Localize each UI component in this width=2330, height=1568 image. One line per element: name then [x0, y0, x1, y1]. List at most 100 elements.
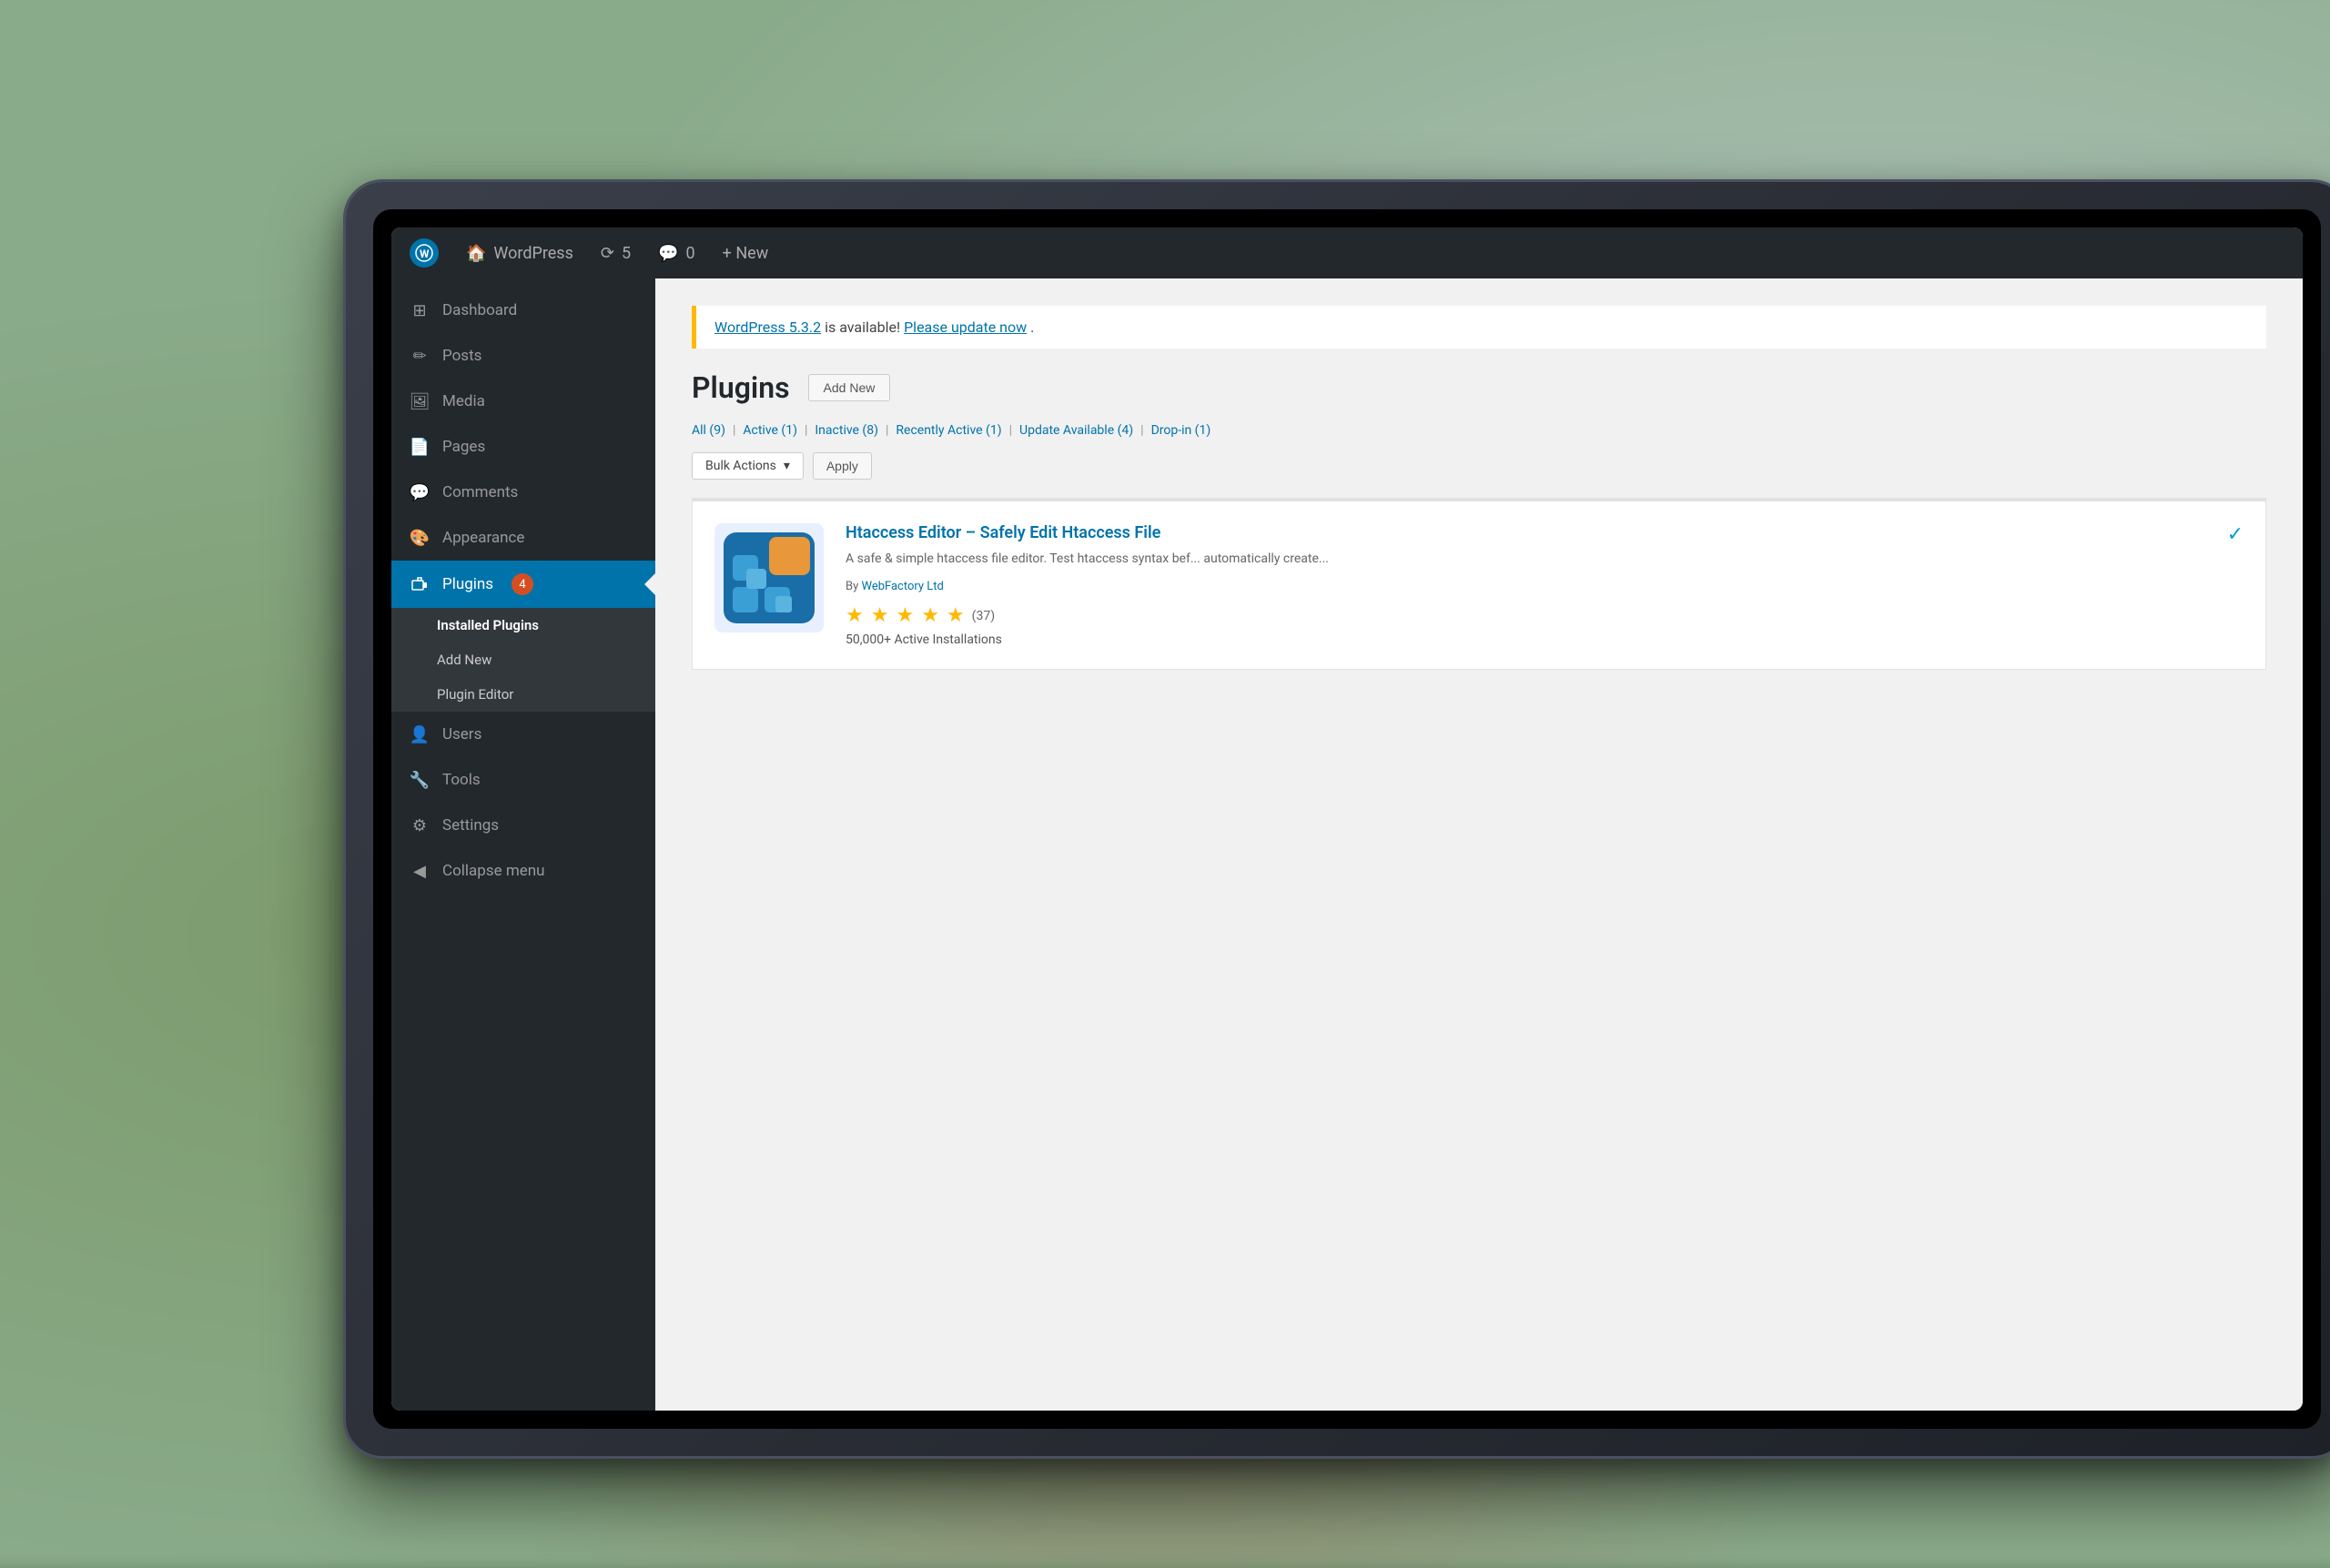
sidebar-item-pages[interactable]: 📄 Pages: [391, 424, 655, 470]
active-checkmark: ✓: [2227, 523, 2244, 647]
submenu-label-editor: Plugin Editor: [437, 686, 513, 703]
sidebar-item-posts[interactable]: ✏ Posts: [391, 333, 655, 379]
collapse-icon: ◀: [410, 861, 430, 881]
filter-recently-active[interactable]: Recently Active (1): [896, 423, 1001, 438]
apply-button[interactable]: Apply: [813, 452, 872, 480]
sidebar-label-comments: Comments: [442, 483, 518, 501]
plugins-arrow: [644, 573, 655, 595]
media-icon: 🖼: [410, 391, 430, 411]
plugins-submenu: Installed Plugins Add New Plugin Editor: [391, 608, 655, 712]
wp-main-content: WordPress 5.3.2 is available! Please upd…: [655, 278, 2303, 1411]
sidebar-label-posts: Posts: [442, 347, 481, 365]
sidebar-item-appearance[interactable]: 🎨 Appearance: [391, 515, 655, 561]
sidebar-item-media[interactable]: 🖼 Media: [391, 379, 655, 424]
sidebar-item-plugins[interactable]: Plugins 4: [391, 561, 655, 608]
update-suffix: .: [1030, 319, 1034, 336]
star-3: ★: [896, 604, 914, 627]
submenu-add-new[interactable]: Add New: [391, 642, 655, 677]
laptop-device: W 🏠 WordPress ⟳ 5 💬 0: [346, 182, 2330, 1456]
sep-1: |: [733, 423, 735, 438]
sidebar-label-dashboard: Dashboard: [442, 301, 517, 319]
sidebar-label-collapse: Collapse menu: [442, 862, 545, 880]
new-content-item[interactable]: + New: [723, 244, 769, 263]
updates-icon: ⟳: [601, 244, 614, 263]
sep-5: |: [1140, 423, 1143, 438]
sidebar-item-tools[interactable]: 🔧 Tools: [391, 757, 655, 803]
tools-icon: 🔧: [410, 770, 430, 790]
plugin-author: By WebFactory Ltd: [846, 580, 2205, 593]
plugin-author-link[interactable]: WebFactory Ltd: [861, 580, 943, 593]
sidebar-item-collapse[interactable]: ◀ Collapse menu: [391, 848, 655, 894]
screen-content: W 🏠 WordPress ⟳ 5 💬 0: [391, 228, 2303, 1411]
posts-icon: ✏: [410, 346, 430, 366]
star-4: ★: [921, 604, 939, 627]
updates-item[interactable]: ⟳ 5: [601, 244, 631, 263]
site-name-item[interactable]: 🏠 WordPress: [466, 244, 573, 263]
filter-links: All (9) | Active (1) | Inactive (8) | Re…: [692, 423, 2266, 438]
sidebar-label-plugins: Plugins: [442, 575, 493, 593]
sep-2: |: [805, 423, 807, 438]
svg-text:W: W: [420, 248, 430, 260]
sidebar-item-comments[interactable]: 💬 Comments: [391, 470, 655, 515]
bulk-actions-label: Bulk Actions: [705, 459, 776, 473]
add-new-button[interactable]: Add New: [808, 374, 891, 401]
comments-count: 0: [686, 244, 695, 263]
filter-drop-in[interactable]: Drop-in (1): [1151, 423, 1211, 438]
bulk-actions-arrow-icon: ▾: [784, 459, 790, 473]
settings-icon: ⚙: [410, 815, 430, 835]
appearance-icon: 🎨: [410, 528, 430, 548]
bulk-actions-bar: Bulk Actions ▾ Apply: [692, 452, 2266, 480]
submenu-installed-plugins[interactable]: Installed Plugins: [391, 608, 655, 642]
plugin-info-htaccess: Htaccess Editor – Safely Edit Htaccess F…: [846, 523, 2205, 647]
review-count: (37): [972, 609, 995, 623]
plugin-name[interactable]: Htaccess Editor – Safely Edit Htaccess F…: [846, 523, 2205, 542]
update-version-link[interactable]: WordPress 5.3.2: [714, 319, 821, 336]
sidebar-item-dashboard[interactable]: ⊞ Dashboard: [391, 288, 655, 333]
wp-sidebar: ⊞ Dashboard ✏ Posts 🖼 Media: [391, 278, 655, 1411]
wp-admin-bar: W 🏠 WordPress ⟳ 5 💬 0: [391, 228, 2303, 278]
wp-admin-main: ⊞ Dashboard ✏ Posts 🖼 Media: [391, 278, 2303, 1411]
sidebar-item-users[interactable]: 👤 Users: [391, 712, 655, 757]
laptop-frame: W 🏠 WordPress ⟳ 5 💬 0: [346, 182, 2330, 1456]
submenu-plugin-editor[interactable]: Plugin Editor: [391, 677, 655, 712]
plugins-icon: [410, 574, 430, 594]
users-icon: 👤: [410, 724, 430, 744]
comments-icon: 💬: [658, 244, 678, 263]
filter-all[interactable]: All (9): [692, 423, 725, 438]
sep-4: |: [1009, 423, 1012, 438]
site-name-label: WordPress: [493, 244, 572, 263]
sidebar-label-pages: Pages: [442, 438, 485, 456]
sidebar-label-tools: Tools: [442, 771, 481, 789]
sidebar-label-appearance: Appearance: [442, 529, 524, 547]
star-5: ★: [947, 604, 965, 627]
bulk-actions-dropdown[interactable]: Bulk Actions ▾: [692, 452, 804, 480]
filter-inactive[interactable]: Inactive (8): [815, 423, 878, 438]
screen-bezel: W 🏠 WordPress ⟳ 5 💬 0: [373, 209, 2321, 1429]
update-now-link[interactable]: Please update now: [904, 319, 1027, 336]
sidebar-label-settings: Settings: [442, 816, 499, 835]
stars-row: ★ ★ ★ ★ ★ (37): [846, 604, 2205, 627]
submenu-label-add-new: Add New: [437, 652, 491, 668]
wp-logo-icon[interactable]: W: [410, 238, 439, 268]
filter-update-available[interactable]: Update Available (4): [1019, 423, 1133, 438]
sep-3: |: [886, 423, 888, 438]
sidebar-item-settings[interactable]: ⚙ Settings: [391, 803, 655, 848]
plugins-badge: 4: [512, 573, 533, 595]
home-icon: 🏠: [466, 244, 486, 263]
page-title-row: Plugins Add New: [692, 370, 2266, 405]
plugin-description: A safe & simple htaccess file editor. Te…: [846, 550, 2205, 569]
dashboard-icon: ⊞: [410, 300, 430, 320]
plugin-icon-htaccess: [714, 523, 824, 632]
updates-count: 5: [622, 244, 631, 263]
star-1: ★: [846, 604, 864, 627]
comments-sidebar-icon: 💬: [410, 482, 430, 502]
update-notice: WordPress 5.3.2 is available! Please upd…: [692, 306, 2266, 349]
page-title: Plugins: [692, 370, 790, 405]
filter-active[interactable]: Active (1): [743, 423, 797, 438]
install-count: 50,000+ Active Installations: [846, 632, 2205, 647]
update-message: is available!: [825, 319, 900, 336]
new-label: + New: [723, 244, 769, 263]
comments-item[interactable]: 💬 0: [658, 244, 695, 263]
submenu-label-installed: Installed Plugins: [437, 617, 539, 633]
sidebar-label-media: Media: [442, 392, 485, 410]
